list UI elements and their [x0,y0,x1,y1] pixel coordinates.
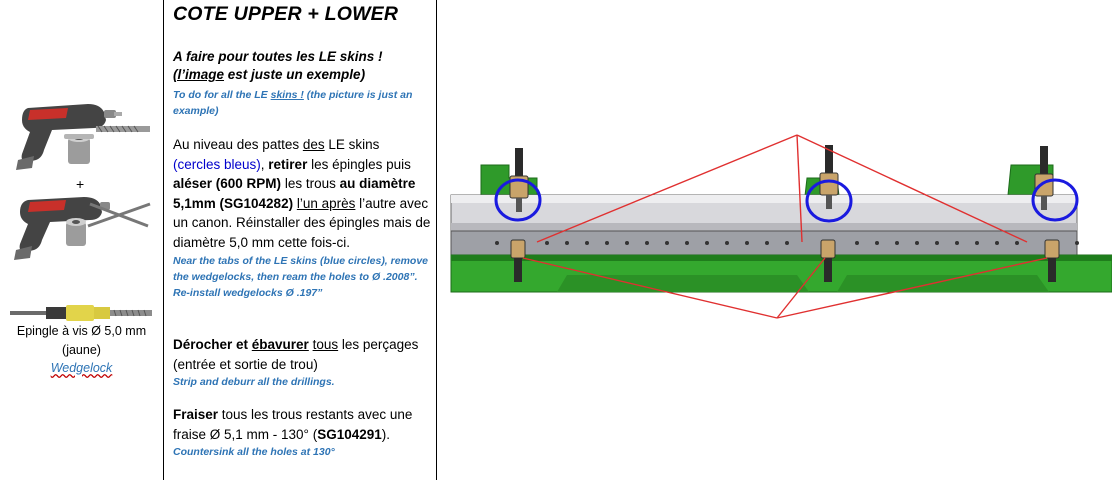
illustration-column [437,0,1112,480]
pin-label: Epingle à vis Ø 5,0 mm [16,324,147,338]
le-skin-assembly-illustration [450,134,1112,319]
pin-name-label: Wedgelock [0,360,163,377]
text: tous [312,337,339,352]
plus-sign: + [76,176,85,192]
text: aléser (600 RPM) [173,176,282,192]
step-countersink-en: Countersink all the holes at 130° [173,446,335,459]
text: ). [381,426,391,442]
text: l’un après [296,195,356,211]
fr-note: A faire pour toutes les LE skins ! (l’im… [173,48,383,84]
spar-band [450,230,1078,256]
wedgelock-link[interactable]: Wedgelock [51,361,113,375]
blue-circles-ref: (cercles bleus) [173,156,261,172]
fr-note-line: (l’image est juste un exemple) [173,66,383,84]
text: retirer [268,156,308,172]
reamer-icon [96,125,150,133]
step-strip-deburr: Dérocher et ébavurer tous les perçages (… [173,335,435,390]
text: les trous [281,176,340,192]
en-note-text: To do for all the LE [173,89,271,101]
text: LE skins [324,137,380,152]
text: des [302,137,325,152]
drill-with-pins-image [14,197,151,260]
text: ébavurer [251,337,309,352]
fr-note-underlined: (l’image [173,67,225,82]
text: SG104291 [317,426,382,442]
text: Dérocher et [173,337,252,352]
text: Au niveau des pattes [173,137,303,152]
drill-sleeve-icon [66,218,86,246]
drill-sleeve-icon [64,134,94,164]
text: Fraiser [173,407,219,422]
step-ream-holes-en: Near the tabs of the LE skins (blue circ… [173,254,428,299]
en-note-underlined: skins ! [270,89,304,101]
pin-color-label: (jaune) [62,343,101,357]
fr-note-rest: est juste un exemple) [224,67,366,82]
step-countersink: Fraiser tous les trous restants avec une… [173,405,435,460]
fr-note-line: A faire pour toutes les LE skins ! [173,49,383,64]
instructions-column: COTE UPPER + LOWER A faire pour toutes l… [164,0,436,480]
text: les épingles puis [307,156,411,172]
en-note: To do for all the LE skins ! (the pictur… [173,87,435,119]
section-title: COTE UPPER + LOWER [173,3,399,25]
step-ream-holes: Au niveau des pattes des LE skins (cercl… [173,135,435,301]
drill-with-reamer-image [16,104,150,170]
wedgelock-pin-image [10,305,152,321]
step-strip-deburr-en: Strip and deburr all the drillings. [173,376,335,389]
tools-column: + Epingle à vis Ø 5,0 mm (jaune) Wedgelo… [0,0,163,480]
